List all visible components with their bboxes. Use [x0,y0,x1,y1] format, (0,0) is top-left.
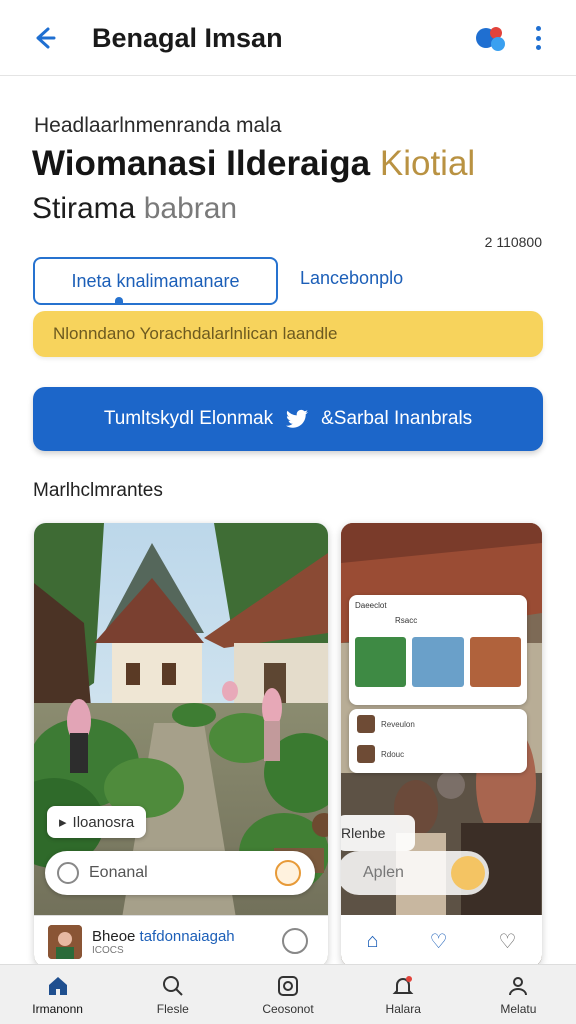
nav-label: Ceosonot [262,1001,314,1016]
home-icon [48,976,67,995]
list-item: Rdouc [349,739,527,769]
page-title-accent: Kiotial [379,144,476,183]
tab-secondary[interactable]: Lancebonplo [300,268,403,289]
tag-icon: ▸ [59,814,67,831]
page-subtitle: Stirama babran [32,192,237,226]
emoji-button-icon[interactable] [275,860,301,886]
bottom-navigation: Irmanonn Flesle Ceosonot Halara Melatu [0,964,576,1024]
gallery-card-gathering[interactable]: Daeeclot Rsacc Reveulon Rdouc Rlenbe Apl… [341,523,542,967]
village-photo [34,523,328,967]
comment-placeholder: Eonanal [89,864,148,881]
camera-icon [278,975,298,996]
comment-input[interactable]: Aplen [341,851,489,895]
heart-icon[interactable]: ♡ [430,929,448,954]
thumbnail [469,637,521,687]
bell-icon [392,975,414,994]
avatar [48,924,82,959]
thumbnail [355,637,407,687]
nav-label: Halara [385,1001,421,1016]
tab-primary[interactable]: Ineta knalimamanare [33,257,278,305]
cta-label-right: &Sarbal Inanbrals [321,408,473,429]
card-footer[interactable]: Bheoe tafdonnaiagah ICOCS [34,915,328,967]
nav-label: Irmanonn [32,1001,83,1016]
heart-outline-icon[interactable]: ♡ [499,929,517,954]
search-icon [162,975,183,996]
footer-title-blue: tafdonnaiagah [139,927,235,945]
thumbnail [412,637,464,687]
list-item: Reveulon [349,709,527,739]
top-app-bar: Benagal Imsan [0,0,576,76]
gallery-card-village[interactable]: ▸ Iloanosra Eonanal Bheoe tafdonnaiagah … [34,523,328,967]
page-title-main: Wiomanasi Ilderaiga [32,144,371,183]
comment-placeholder: Aplen [363,864,404,881]
home-icon[interactable]: ⌂ [367,930,379,953]
brand-logo-icon[interactable] [474,24,508,54]
card-nav: ⌂ ♡ ♡ [341,915,542,967]
list-item-label: Reveulon [381,719,415,729]
cta-label-left: Tumltskydl Elonmak [103,408,274,429]
footer-title: Bheoe tafdonnaiagah [92,928,235,945]
preview-subtitle: Rsacc [395,616,418,625]
emoji-button-icon[interactable] [451,856,485,890]
notice-banner[interactable]: Nlonndano Yorachdalarlnlican laandle [33,311,543,357]
preview-title: Daeeclot [355,601,387,610]
preview-thumbnails [355,637,521,687]
location-tag[interactable]: ▸ Iloanosra [47,806,147,838]
location-tag-label: Iloanosra [72,813,135,831]
page-title: Wiomanasi Ilderaiga Kiotial [32,144,475,184]
nav-item-home[interactable]: Irmanonn [0,965,115,1024]
nav-item-profile[interactable]: Melatu [461,965,576,1024]
embedded-list: Reveulon Rdouc [349,709,527,773]
section-title: Marlhclmrantes [33,480,163,501]
embedded-app-preview: Daeeclot Rsacc [349,595,527,705]
result-count: 2 110800 [484,234,542,250]
smile-icon [57,862,79,884]
page-subtitle-light: babran [143,192,238,225]
app-title: Benagal Imsan [92,23,283,53]
nav-item-search[interactable]: Flesle [115,965,230,1024]
person-icon [509,976,528,995]
bird-icon [286,409,309,428]
nav-label: Melatu [500,1001,537,1016]
location-tag[interactable]: Rlenbe [341,815,415,851]
back-arrow-icon[interactable] [30,24,58,52]
react-icon[interactable] [282,928,308,954]
eyebrow-text: Headlaarlnmenranda mala [34,114,282,137]
page-subtitle-main: Stirama [32,192,136,225]
nav-item-camera[interactable]: Ceosonot [230,965,345,1024]
footer-subtitle: ICOCS [92,944,124,956]
more-options-icon[interactable] [530,22,546,54]
nav-item-notifications[interactable]: Halara [346,965,461,1024]
list-item-label: Rdouc [381,749,405,759]
primary-cta-button[interactable]: Tumltskydl Elonmak &Sarbal Inanbrals [33,387,543,451]
comment-input[interactable]: Eonanal [45,851,315,895]
footer-title-plain: Bheoe [92,927,136,945]
footer-text: Bheoe tafdonnaiagah ICOCS [92,928,235,956]
nav-label: Flesle [156,1001,189,1016]
